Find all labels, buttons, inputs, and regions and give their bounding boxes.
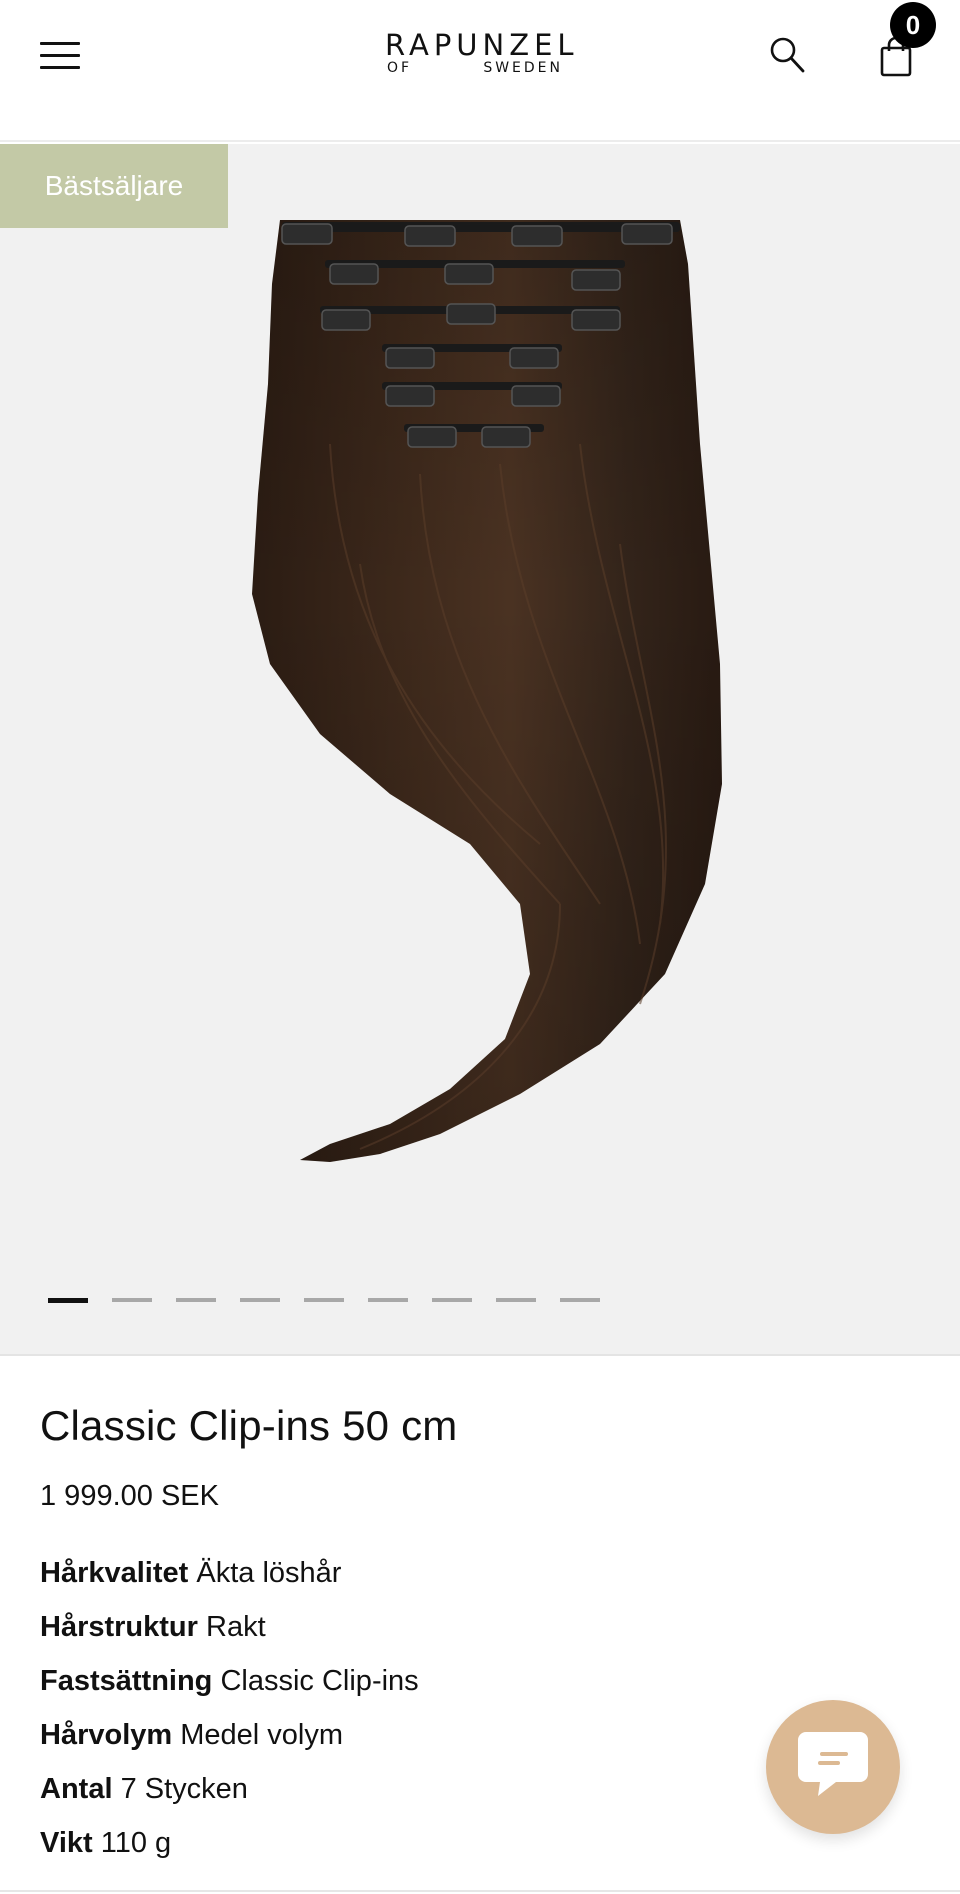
logo-sub-right: SWEDEN	[483, 60, 563, 76]
slide-dot-4[interactable]	[240, 1298, 280, 1302]
spec-value: Medel volym	[180, 1719, 344, 1751]
spec-label: Antal	[40, 1773, 113, 1805]
logo-main-text: RAPUNZEL	[385, 28, 579, 62]
spec-label: Hårstruktur	[40, 1611, 198, 1643]
spec-label: Vikt	[40, 1827, 93, 1859]
hamburger-menu-button[interactable]	[40, 40, 80, 72]
slide-dot-6[interactable]	[368, 1298, 408, 1302]
product-image-gallery[interactable]: Bästsäljare	[0, 144, 960, 1356]
spec-value: 7 Stycken	[120, 1773, 248, 1805]
spec-value: Rakt	[206, 1611, 266, 1643]
product-image[interactable]	[0, 144, 960, 1356]
slide-dot-8[interactable]	[496, 1298, 536, 1302]
spec-hair-structure: Hårstruktur Rakt	[40, 1600, 920, 1654]
search-icon	[770, 37, 805, 73]
slide-dot-1[interactable]	[48, 1298, 88, 1303]
slide-indicators	[48, 1298, 600, 1304]
menu-line	[40, 54, 80, 57]
spec-value: Äkta löshår	[196, 1557, 342, 1589]
spec-attachment: Fastsättning Classic Clip-ins	[40, 1654, 920, 1708]
slide-dot-2[interactable]	[112, 1298, 152, 1302]
logo-sub-left: OF	[387, 60, 413, 76]
site-header: RAPUNZEL OF SWEDEN 0	[0, 0, 960, 142]
spec-hair-quality: Hårkvalitet Äkta löshår	[40, 1546, 920, 1600]
spec-label: Fastsättning	[40, 1665, 213, 1697]
brand-logo[interactable]: RAPUNZEL OF SWEDEN	[385, 28, 579, 80]
chat-button[interactable]	[766, 1700, 900, 1834]
slide-dot-3[interactable]	[176, 1298, 216, 1302]
spec-value: 110 g	[100, 1827, 172, 1859]
product-title: Classic Clip-ins 50 cm	[40, 1402, 458, 1449]
menu-line	[40, 66, 80, 69]
product-price: 1 999.00 SEK	[40, 1480, 219, 1512]
logo-sub-text: OF SWEDEN	[385, 60, 565, 76]
spec-value: Classic Clip-ins	[220, 1665, 419, 1697]
slide-dot-7[interactable]	[432, 1298, 472, 1302]
slide-dot-9[interactable]	[560, 1298, 600, 1302]
spec-label: Hårvolym	[40, 1719, 173, 1751]
product-specs: Hårkvalitet Äkta löshår Hårstruktur Rakt…	[40, 1546, 920, 1870]
chat-bubble-icon	[798, 1732, 868, 1796]
divider	[0, 1890, 960, 1892]
spec-label: Hårkvalitet	[40, 1557, 189, 1589]
bestseller-badge: Bästsäljare	[0, 144, 228, 228]
spec-weight: Vikt 110 g	[40, 1816, 920, 1870]
cart-count-badge: 0	[890, 2, 936, 48]
search-button[interactable]	[768, 34, 808, 76]
menu-line	[40, 42, 80, 45]
slide-dot-5[interactable]	[304, 1298, 344, 1302]
